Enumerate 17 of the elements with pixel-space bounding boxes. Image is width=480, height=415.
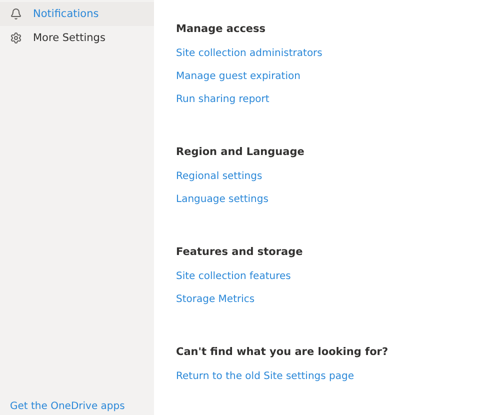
settings-link[interactable]: Manage guest expiration [176,71,300,82]
settings-icon [10,32,22,44]
section-heading: Can't find what you are looking for? [176,345,390,360]
settings-link[interactable]: Site collection administrators [176,48,322,59]
section-heading: Region and Language [176,145,306,160]
section-heading: Manage access [176,22,267,37]
settings-link[interactable]: Regional settings [176,171,262,182]
section-heading: Features and storage [176,245,304,260]
settings-link[interactable]: Return to the old Site settings page [176,371,354,382]
bell-icon [10,8,22,20]
sidebar-item[interactable]: Notifications [0,2,154,26]
sidebar-item[interactable]: More Settings [0,26,154,50]
onedrive-apps-link[interactable]: Get the OneDrive apps [0,400,154,415]
settings-link[interactable]: Run sharing report [176,94,270,105]
settings-link[interactable]: Site collection features [176,271,291,282]
settings-link[interactable]: Language settings [176,194,268,205]
settings-link[interactable]: Storage Metrics [176,294,255,305]
